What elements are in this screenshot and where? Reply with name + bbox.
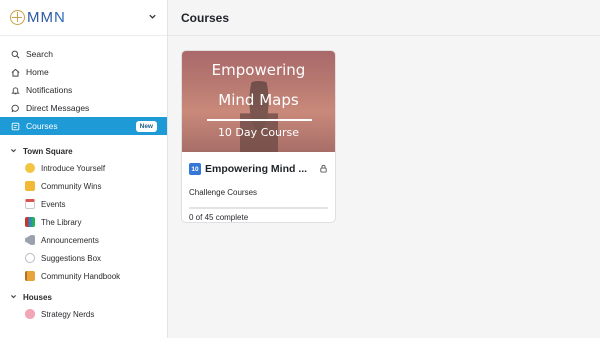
course-progress-status: 0 of 45 complete bbox=[189, 213, 249, 222]
sidebar-item-label: Introduce Yourself bbox=[41, 163, 106, 173]
books-icon bbox=[25, 217, 35, 227]
page-header: Courses bbox=[168, 0, 600, 36]
cover-subtitle: 10 Day Course bbox=[217, 126, 300, 139]
raised-hands-icon bbox=[25, 181, 35, 191]
main-nav: Search Home Notifications Direct Message… bbox=[0, 36, 167, 135]
wave-hand-icon bbox=[25, 163, 35, 173]
brand-name: MMN bbox=[27, 9, 66, 26]
nav-item-label: Home bbox=[26, 67, 49, 77]
sidebar-item-the-library[interactable]: The Library bbox=[0, 213, 167, 231]
chevron-down-icon[interactable] bbox=[10, 293, 17, 302]
brain-icon bbox=[25, 309, 35, 319]
cover-divider bbox=[207, 119, 312, 121]
sidebar-item-suggestions-box[interactable]: Suggestions Box bbox=[0, 249, 167, 267]
search-icon bbox=[10, 49, 20, 59]
course-progress-bar bbox=[189, 207, 328, 209]
sidebar: MMN Search Home Notifications Direct Mes… bbox=[0, 0, 168, 338]
main-content: Courses Empowering Mind Maps 10 Day Cour… bbox=[168, 0, 600, 338]
course-card[interactable]: Empowering Mind Maps 10 Day Course 10 Em… bbox=[181, 50, 336, 223]
new-badge: New bbox=[135, 120, 157, 132]
course-category: Challenge Courses bbox=[189, 188, 258, 197]
brand-switcher[interactable]: MMN bbox=[0, 0, 167, 36]
sidebar-item-label: Strategy Nerds bbox=[41, 309, 95, 319]
speech-bubble-icon bbox=[25, 253, 35, 263]
nav-item-direct-messages[interactable]: Direct Messages bbox=[0, 99, 167, 117]
course-card-body: 10 Empowering Mind ... Challenge Courses… bbox=[182, 152, 335, 222]
nav-item-courses[interactable]: Courses New bbox=[0, 117, 167, 135]
sidebar-item-community-handbook[interactable]: Community Handbook bbox=[0, 267, 167, 285]
notebook-icon bbox=[25, 271, 35, 281]
section-town-square[interactable]: Town Square bbox=[0, 143, 167, 159]
lock-icon bbox=[319, 160, 328, 178]
nav-item-notifications[interactable]: Notifications bbox=[0, 81, 167, 99]
cover-title-line2: Mind Maps bbox=[218, 91, 299, 109]
megaphone-icon bbox=[25, 235, 35, 245]
bell-icon bbox=[10, 85, 20, 95]
nav-item-label: Direct Messages bbox=[26, 103, 90, 113]
section-houses[interactable]: Houses bbox=[0, 289, 167, 305]
chevron-down-icon[interactable] bbox=[148, 12, 157, 24]
sidebar-item-label: Community Handbook bbox=[41, 271, 121, 281]
sidebar-item-strategy-nerds[interactable]: Strategy Nerds bbox=[0, 305, 167, 323]
chat-bubble-icon bbox=[10, 103, 20, 113]
sidebar-item-label: The Library bbox=[41, 217, 82, 227]
nav-item-home[interactable]: Home bbox=[0, 63, 167, 81]
compass-logo-icon bbox=[10, 10, 25, 25]
nav-item-search[interactable]: Search bbox=[0, 45, 167, 63]
chevron-down-icon[interactable] bbox=[10, 147, 17, 156]
nav-item-label: Search bbox=[26, 49, 53, 59]
section-title: Houses bbox=[23, 292, 52, 302]
sidebar-item-introduce-yourself[interactable]: Introduce Yourself bbox=[0, 159, 167, 177]
nav-item-label: Courses bbox=[26, 121, 58, 131]
sidebar-item-label: Community Wins bbox=[41, 181, 102, 191]
course-cover-image: Empowering Mind Maps 10 Day Course bbox=[182, 51, 335, 152]
course-title-row: 10 Empowering Mind ... bbox=[189, 160, 328, 178]
sidebar-item-community-wins[interactable]: Community Wins bbox=[0, 177, 167, 195]
sidebar-item-label: Events bbox=[41, 199, 66, 209]
course-title[interactable]: Empowering Mind ... bbox=[205, 163, 307, 175]
cover-title-line1: Empowering bbox=[211, 61, 306, 79]
page-title: Courses bbox=[181, 10, 230, 25]
nav-item-label: Notifications bbox=[26, 85, 73, 95]
section-title: Town Square bbox=[23, 146, 73, 156]
sidebar-item-events[interactable]: Events bbox=[0, 195, 167, 213]
courses-icon bbox=[10, 121, 20, 131]
sidebar-item-announcements[interactable]: Announcements bbox=[0, 231, 167, 249]
sidebar-item-label: Suggestions Box bbox=[41, 253, 102, 263]
home-icon bbox=[10, 67, 20, 77]
keycap-ten-icon: 10 bbox=[189, 163, 201, 175]
sidebar-item-label: Announcements bbox=[41, 235, 99, 245]
calendar-icon bbox=[25, 199, 35, 209]
